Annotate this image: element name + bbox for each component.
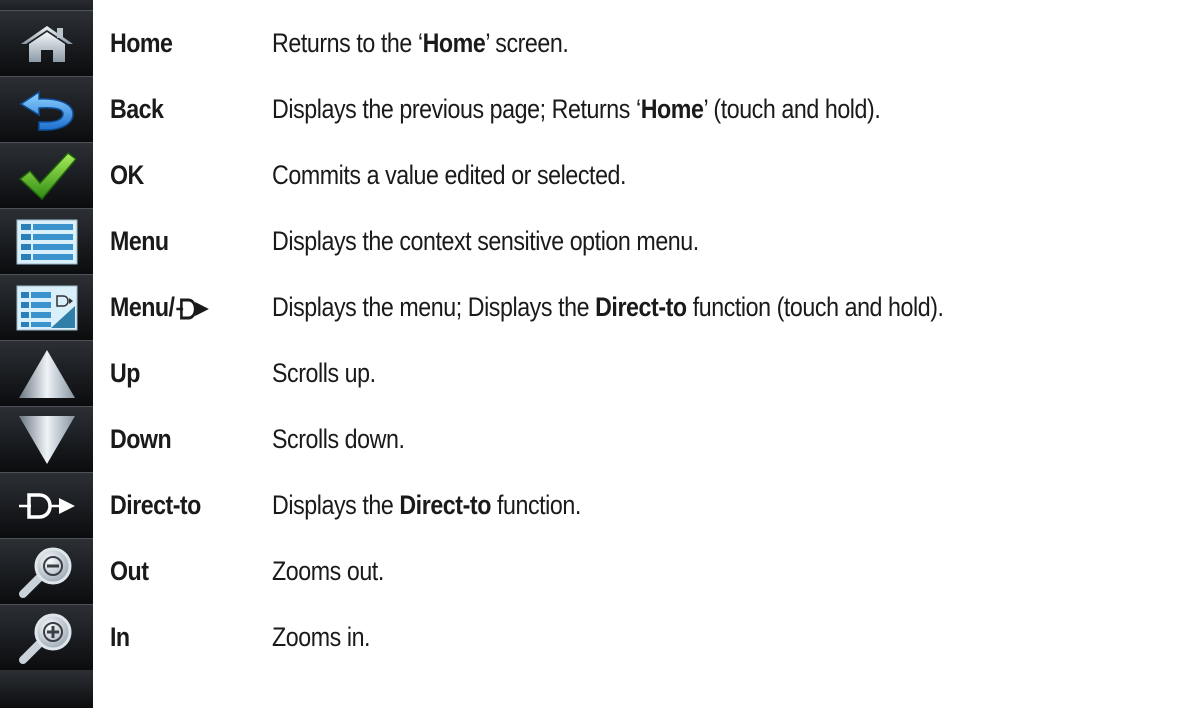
row-label: Menu [110, 226, 169, 256]
row-menu-direct-to: Menu/ Displays the menu; Displays the Di… [0, 274, 1179, 340]
row-description: Scrolls down. [272, 424, 405, 454]
top-icon-strip [0, 0, 93, 10]
row-label: Menu/ [110, 274, 211, 340]
row-description: Zooms in. [272, 622, 371, 652]
row-label: In [110, 622, 130, 652]
direct-to-icon[interactable] [0, 472, 93, 538]
row-out: Out Zooms out. [0, 538, 1179, 604]
row-down: Down Scrolls down. [0, 406, 1179, 472]
row-direct-to: Direct-to Displays the Direct-to functio… [0, 472, 1179, 538]
row-description: Zooms out. [272, 556, 384, 586]
menu-direct-to-icon[interactable] [0, 274, 93, 340]
row-in: In Zooms in. [0, 604, 1179, 670]
home-icon[interactable] [0, 10, 93, 76]
row-label: Home [110, 28, 173, 58]
row-label: Down [110, 424, 172, 454]
checkmark-icon[interactable] [0, 142, 93, 208]
row-menu: Menu Displays the context sensitive opti… [0, 208, 1179, 274]
top-crop [0, 0, 1179, 10]
row-label: OK [110, 160, 144, 190]
row-description: Displays the Direct-to function. [272, 490, 581, 520]
zoom-out-icon[interactable] [0, 538, 93, 604]
direct-to-glyph [176, 298, 209, 320]
menu-icon[interactable] [0, 208, 93, 274]
row-label: Out [110, 556, 149, 586]
row-description: Displays the menu; Displays the Direct-t… [272, 292, 944, 322]
row-ok: OK Commits a value edited or selected. [0, 142, 1179, 208]
row-description: Returns to the ‘Home’ screen. [272, 28, 569, 58]
row-description: Displays the previous page; Returns ‘Hom… [272, 94, 881, 124]
down-arrow-icon[interactable] [0, 406, 93, 472]
up-arrow-icon[interactable] [0, 340, 93, 406]
row-description: Commits a value edited or selected. [272, 160, 627, 190]
icon-strip-bottom [0, 670, 93, 708]
row-label: Up [110, 358, 140, 388]
row-home: Home Returns to the ‘Home’ screen. [0, 10, 1179, 76]
back-icon[interactable] [0, 76, 93, 142]
row-label: Direct-to [110, 490, 201, 520]
row-label: Back [110, 94, 164, 124]
row-description: Scrolls up. [272, 358, 376, 388]
zoom-in-icon[interactable] [0, 604, 93, 670]
row-back: Back Displays the previous page; Returns… [0, 76, 1179, 142]
row-description: Displays the context sensitive option me… [272, 226, 699, 256]
row-up: Up Scrolls up. [0, 340, 1179, 406]
